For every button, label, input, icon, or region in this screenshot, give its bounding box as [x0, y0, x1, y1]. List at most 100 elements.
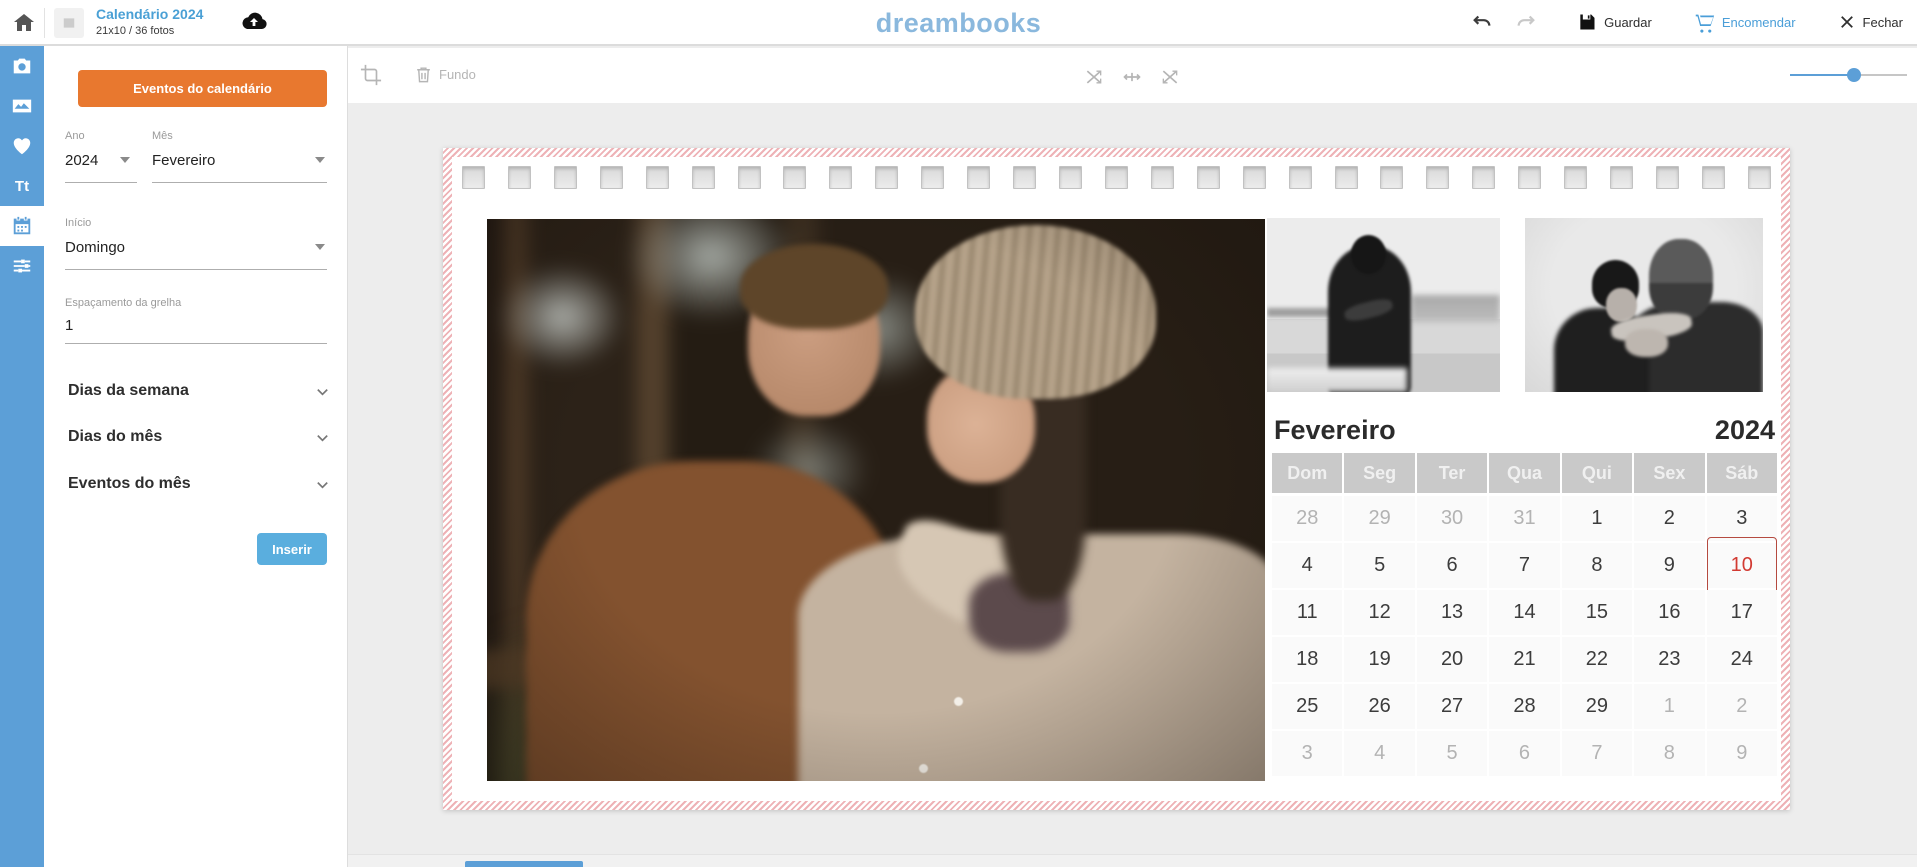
cloud-upload-icon[interactable] [240, 10, 268, 34]
sidebar-item-favorites[interactable] [0, 126, 44, 166]
insert-button[interactable]: Inserir [257, 533, 327, 565]
calendar-day-cell: 23 [1634, 637, 1704, 682]
zoom-slider-fill [1790, 74, 1854, 76]
calendar-day-header: Seg [1344, 453, 1414, 493]
calendar-day-cell: 22 [1562, 637, 1632, 682]
binding-hole [462, 166, 485, 189]
project-thumbnail[interactable] [54, 8, 84, 38]
section-weekdays[interactable]: Dias da semana [68, 382, 330, 400]
binding-hole [646, 166, 669, 189]
remove-background-button[interactable]: Fundo [414, 65, 476, 84]
calendar-day-cell: 6 [1417, 543, 1487, 588]
zoom-slider-thumb[interactable] [1847, 68, 1861, 82]
small-photo-left[interactable] [1267, 218, 1500, 392]
start-day-dropdown-arrow[interactable] [315, 244, 325, 250]
calendar-day-cell: 5 [1417, 731, 1487, 776]
binding-hole [1656, 166, 1679, 189]
calendar-month-title: Fevereiro [1274, 415, 1396, 446]
current-page-tab[interactable] [465, 861, 583, 867]
close-button[interactable]: Fechar [1838, 13, 1903, 31]
calendar-day-header: Sex [1634, 453, 1704, 493]
calendar-day-cell: 11 [1272, 590, 1342, 635]
calendar-day-cell: 19 [1344, 637, 1414, 682]
undo-button[interactable] [1471, 11, 1493, 33]
calendar-events-button[interactable]: Eventos do calendário [78, 70, 327, 107]
close-icon [1838, 13, 1856, 31]
section-month-days[interactable]: Dias do mês [68, 428, 330, 446]
shuffle-layout-button[interactable] [1160, 67, 1180, 87]
start-day-select[interactable]: Domingo [65, 239, 125, 256]
calendar-day-cell: 7 [1562, 731, 1632, 776]
binding-hole [1059, 166, 1082, 189]
calendar-day-cell: 2 [1634, 496, 1704, 541]
heart-icon [11, 135, 33, 157]
month-label: Mês [152, 130, 173, 142]
calendar-day-cell: 2 [1707, 684, 1777, 729]
calendar-day-cell: 16 [1634, 590, 1704, 635]
crop-icon [360, 64, 382, 86]
binding-hole [921, 166, 944, 189]
section-month-events-label: Eventos do mês [68, 475, 191, 493]
sidebar-item-calendar[interactable] [0, 206, 44, 246]
redo-button[interactable] [1515, 11, 1537, 33]
calendar-day-cell: 28 [1489, 684, 1559, 729]
crop-button[interactable] [360, 64, 382, 86]
calendar-day-cell: 13 [1417, 590, 1487, 635]
calendar-day-cell: 27 [1417, 684, 1487, 729]
binding-hole [1013, 166, 1036, 189]
grid-spacing-input[interactable]: 1 [65, 317, 73, 334]
sidebar-item-images[interactable] [0, 86, 44, 126]
calendar-page: Fevereiro 2024 DomSegTerQuaQuiSexSáb 282… [443, 148, 1790, 810]
binding-hole [1702, 166, 1725, 189]
calendar-icon [11, 215, 33, 237]
section-month-days-label: Dias do mês [68, 428, 162, 446]
calendar-day-header: Qua [1489, 453, 1559, 493]
calendar-day-cell: 14 [1489, 590, 1559, 635]
small-photo-right[interactable] [1525, 218, 1763, 392]
calendar-year-title: 2024 [1715, 415, 1775, 446]
shuffle-photos-button[interactable] [1084, 67, 1104, 87]
year-dropdown-arrow[interactable] [120, 157, 130, 163]
topbar: Calendário 2024 21x10 / 36 fotos dreambo… [0, 0, 1917, 46]
calendar-day-cell: 1 [1634, 684, 1704, 729]
calendar-day-cell: 4 [1272, 543, 1342, 588]
calendar-day-header: Sáb [1707, 453, 1777, 493]
binding-hole [1426, 166, 1449, 189]
swap-horizontal-icon [1122, 67, 1142, 87]
home-icon[interactable] [12, 11, 36, 35]
month-select[interactable]: Fevereiro [152, 152, 215, 169]
main-photo[interactable] [487, 219, 1265, 781]
year-select[interactable]: 2024 [65, 152, 98, 169]
save-button[interactable]: Guardar [1577, 12, 1652, 32]
binding-hole [1243, 166, 1266, 189]
section-month-events[interactable]: Eventos do mês [68, 475, 330, 493]
pages-strip [348, 854, 1917, 867]
start-day-label: Início [65, 217, 91, 229]
binding-hole [738, 166, 761, 189]
calendar-day-cell: 31 [1489, 496, 1559, 541]
sidebar-item-camera[interactable] [0, 46, 44, 86]
month-dropdown-arrow[interactable] [315, 157, 325, 163]
binding-hole [829, 166, 852, 189]
design-canvas[interactable]: Fevereiro 2024 DomSegTerQuaQuiSexSáb 282… [348, 103, 1917, 867]
calendar-day-cell: 3 [1707, 496, 1777, 541]
calendar-day-cell: 26 [1344, 684, 1414, 729]
calendar-day-cell: 1 [1562, 496, 1632, 541]
binding-hole [783, 166, 806, 189]
calendar-day-header: Qui [1562, 453, 1632, 493]
binding-hole [554, 166, 577, 189]
binding-hole [692, 166, 715, 189]
swap-horizontal-button[interactable] [1122, 67, 1142, 87]
calendar-day-cell: 20 [1417, 637, 1487, 682]
save-label: Guardar [1604, 15, 1652, 30]
sidebar-item-adjustments[interactable] [0, 246, 44, 286]
order-button[interactable]: Encomendar [1694, 12, 1796, 33]
project-titles: Calendário 2024 21x10 / 36 fotos [96, 6, 203, 37]
section-weekdays-label: Dias da semana [68, 382, 189, 400]
zoom-slider[interactable] [1790, 72, 1907, 78]
project-subtitle: 21x10 / 36 fotos [96, 25, 203, 37]
sidebar-item-text[interactable]: Tt [0, 166, 44, 206]
calendar-page-inner: Fevereiro 2024 DomSegTerQuaQuiSexSáb 282… [452, 157, 1781, 801]
calendar-element[interactable]: Fevereiro 2024 DomSegTerQuaQuiSexSáb 282… [1272, 415, 1777, 776]
chevron-down-icon [315, 430, 330, 445]
